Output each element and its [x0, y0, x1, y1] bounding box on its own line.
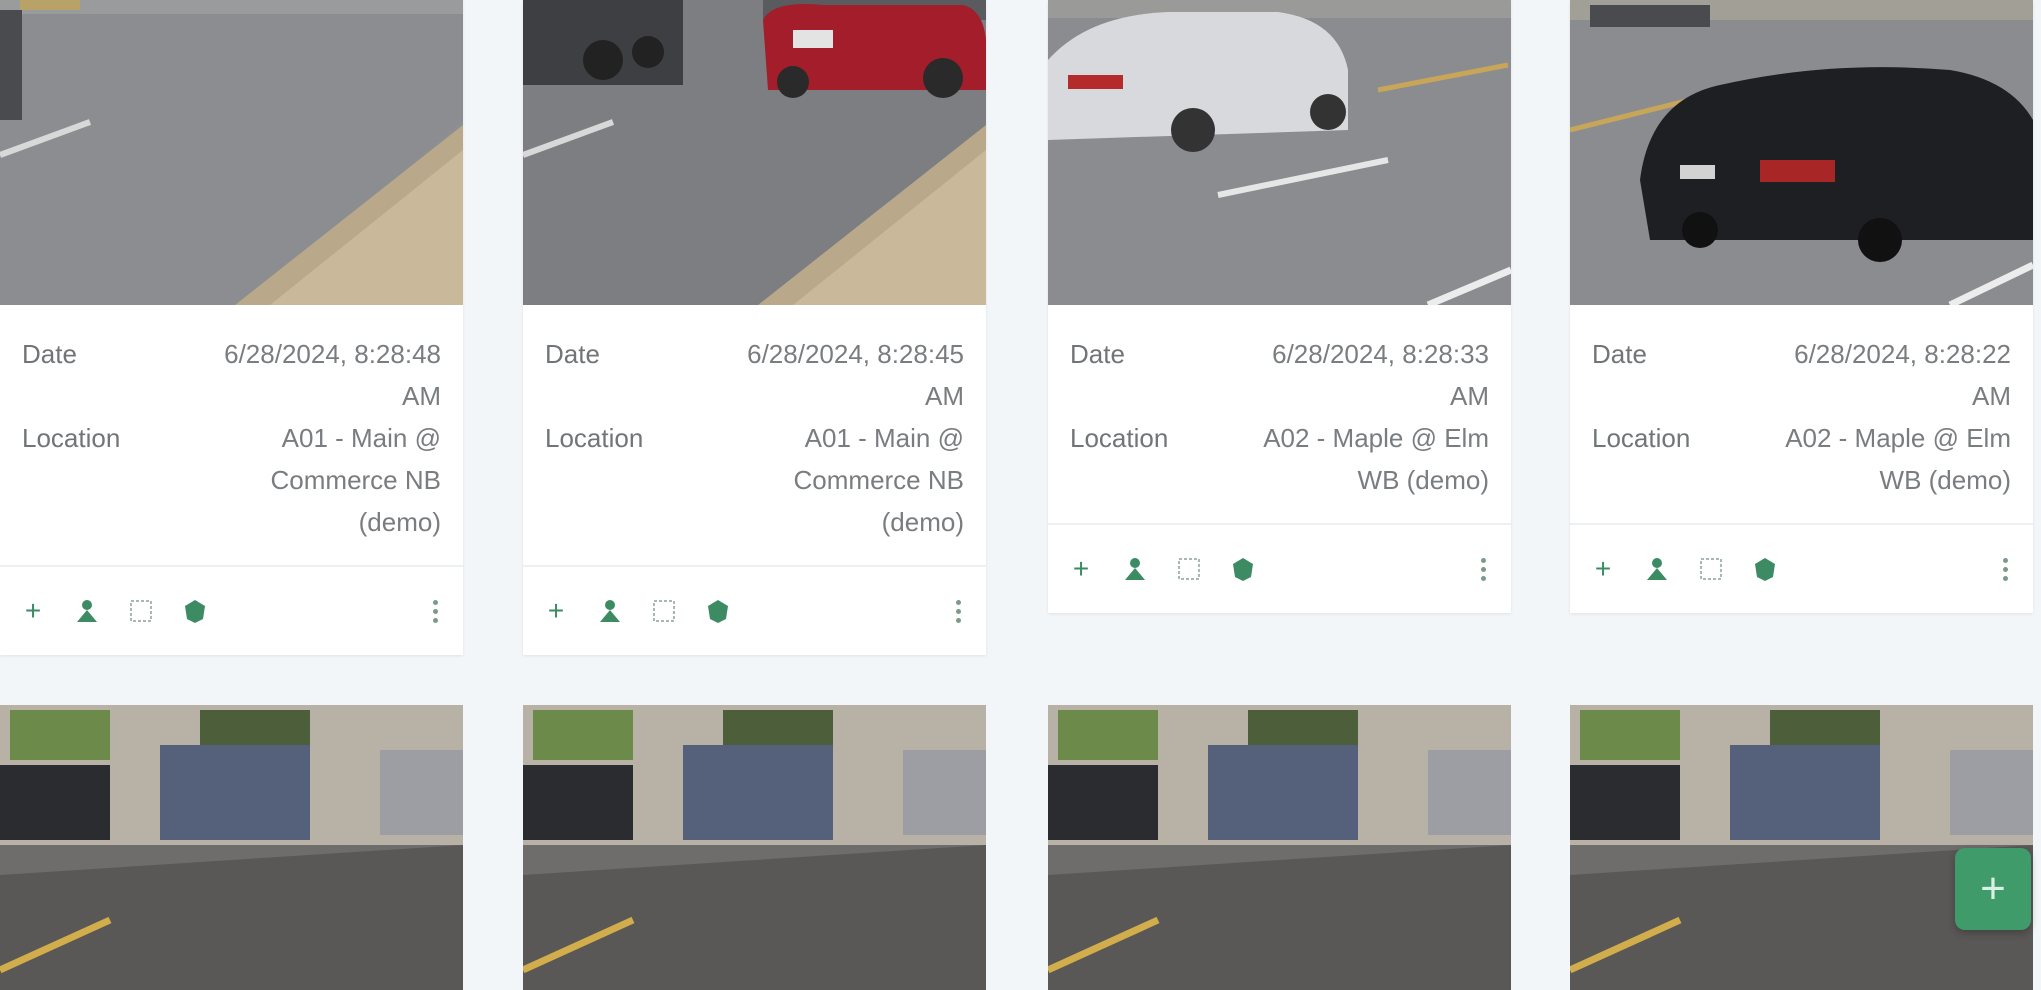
crop-icon[interactable] [126, 596, 156, 626]
gallery-column: Date 6/28/2024, 8:28:48 AM Location A01 … [0, 0, 463, 655]
plus-icon[interactable]: + [18, 596, 48, 626]
date-label: Date [1592, 339, 1647, 369]
more-vertical-icon[interactable] [425, 596, 445, 626]
location-label: Location [1592, 423, 1691, 453]
date-value: 6/28/2024, 8:28:33 AM [1272, 339, 1489, 411]
vehicle-photo[interactable] [1048, 0, 1511, 305]
date-row: Date 6/28/2024, 8:28:48 AM [22, 333, 441, 417]
plus-icon[interactable]: + [1588, 554, 1618, 584]
date-label: Date [1070, 339, 1125, 369]
more-vertical-icon[interactable] [1473, 554, 1493, 584]
gallery-column: Date 6/28/2024, 8:28:45 AM Location A01 … [523, 0, 986, 655]
crop-icon[interactable] [649, 596, 679, 626]
location-label: Location [545, 423, 644, 453]
card-actions: + [1048, 524, 1511, 613]
location-value: A01 - Main @ Commerce NB (demo) [270, 423, 441, 537]
date-row: Date 6/28/2024, 8:28:22 AM [1592, 333, 2011, 417]
date-value: 6/28/2024, 8:28:22 AM [1794, 339, 2011, 411]
plus-icon: + [1980, 864, 2006, 913]
crop-icon[interactable] [1696, 554, 1726, 584]
date-label: Date [22, 339, 77, 369]
vehicle-photo[interactable] [523, 0, 986, 305]
gallery-column: Date 6/28/2024, 8:28:22 AM Location A02 … [1570, 0, 2033, 613]
plus-icon[interactable]: + [541, 596, 571, 626]
read-details: Date 6/28/2024, 8:28:33 AM Location A02 … [1048, 305, 1511, 524]
more-vertical-icon[interactable] [948, 596, 968, 626]
location-label: Location [22, 423, 121, 453]
location-value: A02 - Maple @ Elm WB (demo) [1785, 423, 2011, 495]
plate-read-gallery: Date 6/28/2024, 8:28:48 AM Location A01 … [0, 0, 2041, 990]
date-row: Date 6/28/2024, 8:28:45 AM [545, 333, 964, 417]
card-actions: + [1570, 524, 2033, 613]
more-vertical-icon[interactable] [1995, 554, 2015, 584]
location-row: Location A02 - Maple @ Elm WB (demo) [1592, 417, 2011, 501]
vehicle-photo[interactable] [1570, 0, 2033, 305]
read-card[interactable]: Date 6/28/2024, 8:28:48 AM Location A01 … [0, 0, 463, 655]
read-card[interactable]: Date 6/28/2024, 8:28:22 AM Location A02 … [1570, 0, 2033, 613]
read-details: Date 6/28/2024, 8:28:22 AM Location A02 … [1570, 305, 2033, 524]
read-details: Date 6/28/2024, 8:28:45 AM Location A01 … [523, 305, 986, 566]
shield-icon[interactable] [1750, 554, 1780, 584]
date-label: Date [545, 339, 600, 369]
person-icon[interactable] [595, 596, 625, 626]
vehicle-photo[interactable] [523, 705, 986, 990]
add-fab-button[interactable]: + [1955, 848, 2031, 930]
shield-icon[interactable] [1228, 554, 1258, 584]
location-label: Location [1070, 423, 1169, 453]
read-card[interactable]: Date 6/28/2024, 8:28:33 AM Location A02 … [1048, 0, 1511, 613]
location-row: Location A02 - Maple @ Elm WB (demo) [1070, 417, 1489, 501]
shield-icon[interactable] [703, 596, 733, 626]
card-actions: + [0, 566, 463, 655]
person-icon[interactable] [1120, 554, 1150, 584]
date-row: Date 6/28/2024, 8:28:33 AM [1070, 333, 1489, 417]
person-icon[interactable] [1642, 554, 1672, 584]
location-value: A01 - Main @ Commerce NB (demo) [793, 423, 964, 537]
vehicle-photo[interactable] [0, 0, 463, 305]
crop-icon[interactable] [1174, 554, 1204, 584]
location-row: Location A01 - Main @ Commerce NB (demo) [545, 417, 964, 543]
read-details: Date 6/28/2024, 8:28:48 AM Location A01 … [0, 305, 463, 566]
date-value: 6/28/2024, 8:28:45 AM [747, 339, 964, 411]
shield-icon[interactable] [180, 596, 210, 626]
location-row: Location A01 - Main @ Commerce NB (demo) [22, 417, 441, 543]
location-value: A02 - Maple @ Elm WB (demo) [1263, 423, 1489, 495]
card-actions: + [523, 566, 986, 655]
person-icon[interactable] [72, 596, 102, 626]
date-value: 6/28/2024, 8:28:48 AM [224, 339, 441, 411]
read-card[interactable]: Date 6/28/2024, 8:28:45 AM Location A01 … [523, 0, 986, 655]
gallery-column: Date 6/28/2024, 8:28:33 AM Location A02 … [1048, 0, 1511, 613]
vehicle-photo[interactable] [0, 705, 463, 990]
plus-icon[interactable]: + [1066, 554, 1096, 584]
vehicle-photo[interactable] [1048, 705, 1511, 990]
